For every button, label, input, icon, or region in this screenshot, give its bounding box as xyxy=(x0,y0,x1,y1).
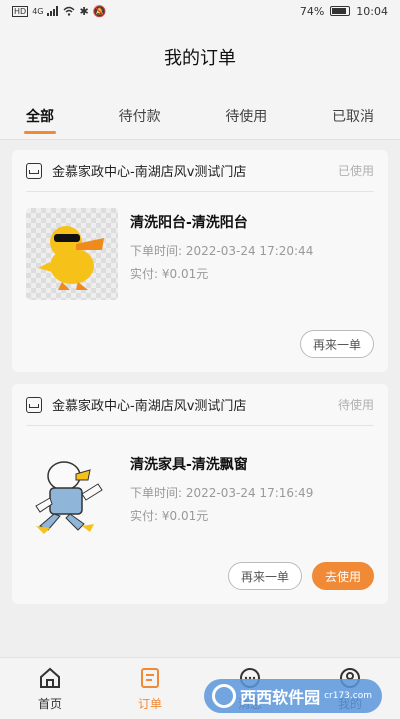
order-card-header: 金慕家政中心-南湖店风v测试门店 已使用 xyxy=(26,150,374,192)
store-name: 金慕家政中心-南湖店风v测试门店 xyxy=(52,399,247,414)
product-title: 清洗家具-清洗飘窗 xyxy=(130,457,248,473)
duck-overalls-icon xyxy=(35,461,103,534)
tab-label: 待付款 xyxy=(118,108,161,125)
order-time-label: 下单时间: xyxy=(130,486,183,500)
order-paid-label: 实付: xyxy=(130,509,159,523)
watermark-logo-icon xyxy=(212,684,237,708)
order-paid-label: 实付: xyxy=(130,267,159,281)
use-button[interactable]: 去使用 xyxy=(311,562,374,590)
mute-icon: 🔕 xyxy=(92,4,107,18)
order-status: 待使用 xyxy=(337,398,374,412)
watermark: 西西软件园 cr173.com xyxy=(204,679,382,713)
store-icon xyxy=(26,162,42,179)
order-paid: 实付: ¥0.01元 xyxy=(130,507,374,524)
tab-all[interactable]: 全部 xyxy=(26,92,54,140)
order-paid-value: ¥0.01元 xyxy=(161,509,209,523)
order-card-header: 金慕家政中心-南湖店风v测试门店 待使用 xyxy=(26,384,374,426)
page-title: 我的订单 xyxy=(164,48,236,69)
nav-home[interactable]: 首页 xyxy=(20,665,80,712)
wifi-icon xyxy=(63,6,75,16)
order-paid: 实付: ¥0.01元 xyxy=(130,265,374,282)
store-icon xyxy=(26,396,42,413)
home-icon xyxy=(37,665,63,691)
order-time-label: 下单时间: xyxy=(130,244,183,258)
watermark-text: 西西软件园 xyxy=(240,688,321,707)
order-paid-value: ¥0.01元 xyxy=(161,267,209,281)
order-card[interactable]: 金慕家政中心-南湖店风v测试门店 已使用 清洗阳台-清洗阳台 下单时间: 202… xyxy=(12,150,388,372)
product-thumbnail xyxy=(26,450,118,542)
order-card-body: 清洗阳台-清洗阳台 下单时间: 2022-03-24 17:20:44 实付: … xyxy=(26,192,374,300)
product-title: 清洗阳台-清洗阳台 xyxy=(130,215,248,231)
order-icon xyxy=(137,665,163,691)
battery-icon xyxy=(330,6,351,16)
store-name: 金慕家政中心-南湖店风v测试门店 xyxy=(52,165,247,180)
order-info: 清洗阳台-清洗阳台 下单时间: 2022-03-24 17:20:44 实付: … xyxy=(130,208,374,300)
order-time-value: 2022-03-24 17:20:44 xyxy=(185,244,314,258)
signal-icon xyxy=(47,6,59,16)
order-card[interactable]: 金慕家政中心-南湖店风v测试门店 待使用 清洗家具-清洗飘窗 下单时间: 202… xyxy=(12,384,388,604)
network-icon: 4G xyxy=(32,6,44,16)
page-header: 我的订单 xyxy=(0,22,400,92)
hd-icon: HD xyxy=(12,5,29,17)
bluetooth-icon: ✱ xyxy=(79,4,89,18)
nav-label: 首页 xyxy=(37,697,62,711)
tab-label: 全部 xyxy=(26,108,54,125)
tab-pending-payment[interactable]: 待付款 xyxy=(119,92,161,140)
status-icons-left: HD 4G ✱ 🔕 xyxy=(12,5,106,18)
order-status: 已使用 xyxy=(337,164,374,178)
order-info: 清洗家具-清洗飘窗 下单时间: 2022-03-24 17:16:49 实付: … xyxy=(130,450,374,542)
status-icons-right: 74% 10:04 xyxy=(300,5,388,18)
tab-label: 待使用 xyxy=(225,108,268,125)
order-card-body: 清洗家具-清洗飘窗 下单时间: 2022-03-24 17:16:49 实付: … xyxy=(26,426,374,542)
status-bar: HD 4G ✱ 🔕 74% 10:04 xyxy=(0,0,400,22)
battery-percent: 74% xyxy=(299,4,325,18)
order-actions: 再来一单 去使用 xyxy=(26,542,374,604)
tab-cancelled[interactable]: 已取消 xyxy=(332,92,374,140)
order-time: 下单时间: 2022-03-24 17:20:44 xyxy=(130,242,374,259)
product-thumbnail xyxy=(26,208,118,300)
reorder-button[interactable]: 再来一单 xyxy=(299,330,374,358)
clock: 10:04 xyxy=(356,4,388,18)
tab-pending-use[interactable]: 待使用 xyxy=(225,92,267,140)
order-time-value: 2022-03-24 17:16:49 xyxy=(185,486,314,500)
nav-label: 订单 xyxy=(137,697,162,711)
order-tabs: 全部 待付款 待使用 已取消 xyxy=(0,92,400,140)
reorder-button[interactable]: 再来一单 xyxy=(227,562,302,590)
nav-orders[interactable]: 订单 xyxy=(120,665,180,712)
order-time: 下单时间: 2022-03-24 17:16:49 xyxy=(130,484,374,501)
order-list: 金慕家政中心-南湖店风v测试门店 已使用 清洗阳台-清洗阳台 下单时间: 202… xyxy=(0,140,400,604)
tab-label: 已取消 xyxy=(331,108,374,125)
duck-sunglasses-icon xyxy=(38,226,104,290)
watermark-sub: cr173.com xyxy=(324,691,372,701)
order-actions: 再来一单 xyxy=(26,300,374,372)
